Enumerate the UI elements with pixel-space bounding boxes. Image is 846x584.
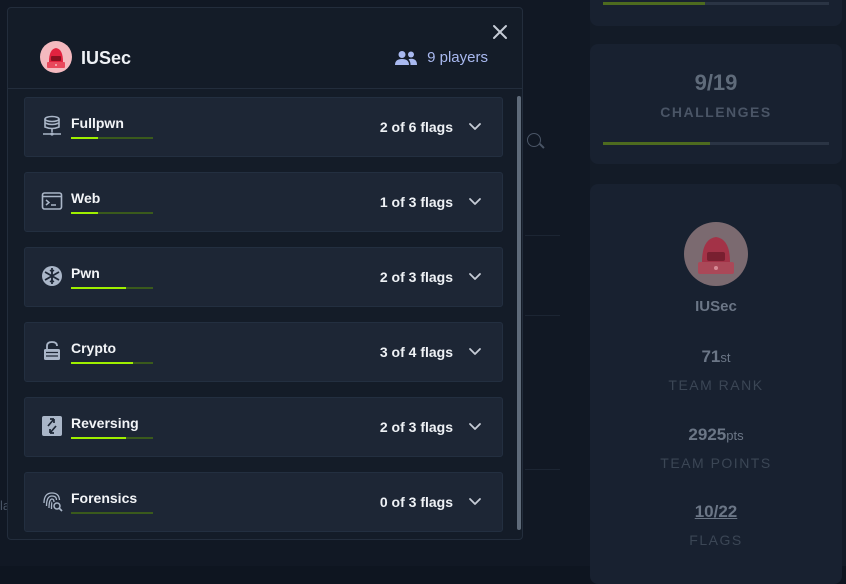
players-label: 9 players [427,49,488,66]
team-rank-label: TEAM RANK [668,377,764,393]
divider [525,235,560,236]
category-name: Pwn [71,265,100,281]
category-flags-count: 0 of 3 flags [379,494,453,510]
category-row-forensics[interactable]: Forensics 0 of 3 flags [24,472,503,532]
flags-value[interactable]: 10/22 [590,502,842,522]
category-row-fullpwn[interactable]: Fullpwn 2 of 6 flags [24,97,503,157]
rank-suffix: st [720,350,731,365]
category-name: Fullpwn [71,115,124,131]
category-progress-bar [71,137,153,139]
search-icon[interactable] [527,133,541,147]
category-flags-count: 1 of 3 flags [379,194,453,210]
challenges-count: 9/19 [694,70,738,95]
server-icon [43,115,61,136]
challenges-progress-fill [603,142,711,145]
unlocked-padlock-icon [44,341,60,360]
category-row-web[interactable]: Web 1 of 3 flags [24,172,503,232]
team-points-label: TEAM POINTS [660,455,772,471]
category-progress-bar [71,212,153,214]
chevron-down-icon [469,123,481,130]
category-progress-bar [71,437,153,439]
chevron-down-icon [469,273,481,280]
modal-header: IUSec 9 players [8,8,522,89]
chevron-down-icon [469,423,481,430]
divider [525,315,560,316]
category-progress-fill [71,212,99,214]
top-progress-bar [603,2,829,5]
rank-number: 71 [701,347,721,366]
team-flags-modal: IUSec 9 players Fullpwn 2 of 6 flags Web… [7,7,523,540]
team-rank-value: 71st [590,347,842,367]
category-flags-count: 2 of 3 flags [379,419,453,435]
team-avatar [684,222,748,286]
modal-scrollbar[interactable] [517,96,521,530]
challenges-label: CHALLENGES [660,104,772,120]
category-name: Crypto [71,340,117,356]
chevron-down-icon [469,498,481,505]
category-name: Reversing [71,415,139,431]
team-name: IUSec [695,298,737,315]
hacker-avatar-icon [698,237,734,274]
snowflake-icon [42,266,62,286]
terminal-window-icon [41,192,63,210]
points-number: 2925 [688,425,727,444]
modal-title: IUSec [81,48,132,68]
category-progress-bar [71,287,153,289]
category-flags-count: 2 of 6 flags [379,119,453,135]
category-progress-fill [71,362,133,364]
close-button[interactable] [490,22,510,42]
players-count[interactable]: 9 players [394,49,488,66]
reverse-arrows-icon [42,416,62,436]
points-suffix: pts [726,428,744,443]
category-progress-fill [71,437,126,439]
category-progress-bar [71,512,153,514]
category-name: Forensics [71,490,138,506]
team-points-value: 2925pts [590,425,842,445]
chevron-down-icon [469,198,481,205]
category-row-pwn[interactable]: Pwn 2 of 3 flags [24,247,503,307]
flags-link[interactable]: 10/22 [695,502,738,521]
category-progress-fill [71,137,99,139]
chevron-down-icon [469,348,481,355]
flags-label: FLAGS [689,532,743,548]
hacker-avatar-icon [47,48,65,68]
avatar [40,41,72,73]
category-row-crypto[interactable]: Crypto 3 of 4 flags [24,322,503,382]
category-flags-count: 2 of 3 flags [379,269,453,285]
fingerprint-search-icon [43,492,63,512]
category-progress-bar [71,362,153,364]
challenges-progress-bar [603,142,829,145]
close-icon [493,25,507,39]
category-row-reversing[interactable]: Reversing 2 of 3 flags [24,397,503,457]
divider [525,469,560,470]
category-progress-fill [71,287,126,289]
top-progress-fill [603,2,705,5]
category-name: Web [71,190,101,206]
users-icon [395,50,418,65]
category-flags-count: 3 of 4 flags [379,344,453,360]
